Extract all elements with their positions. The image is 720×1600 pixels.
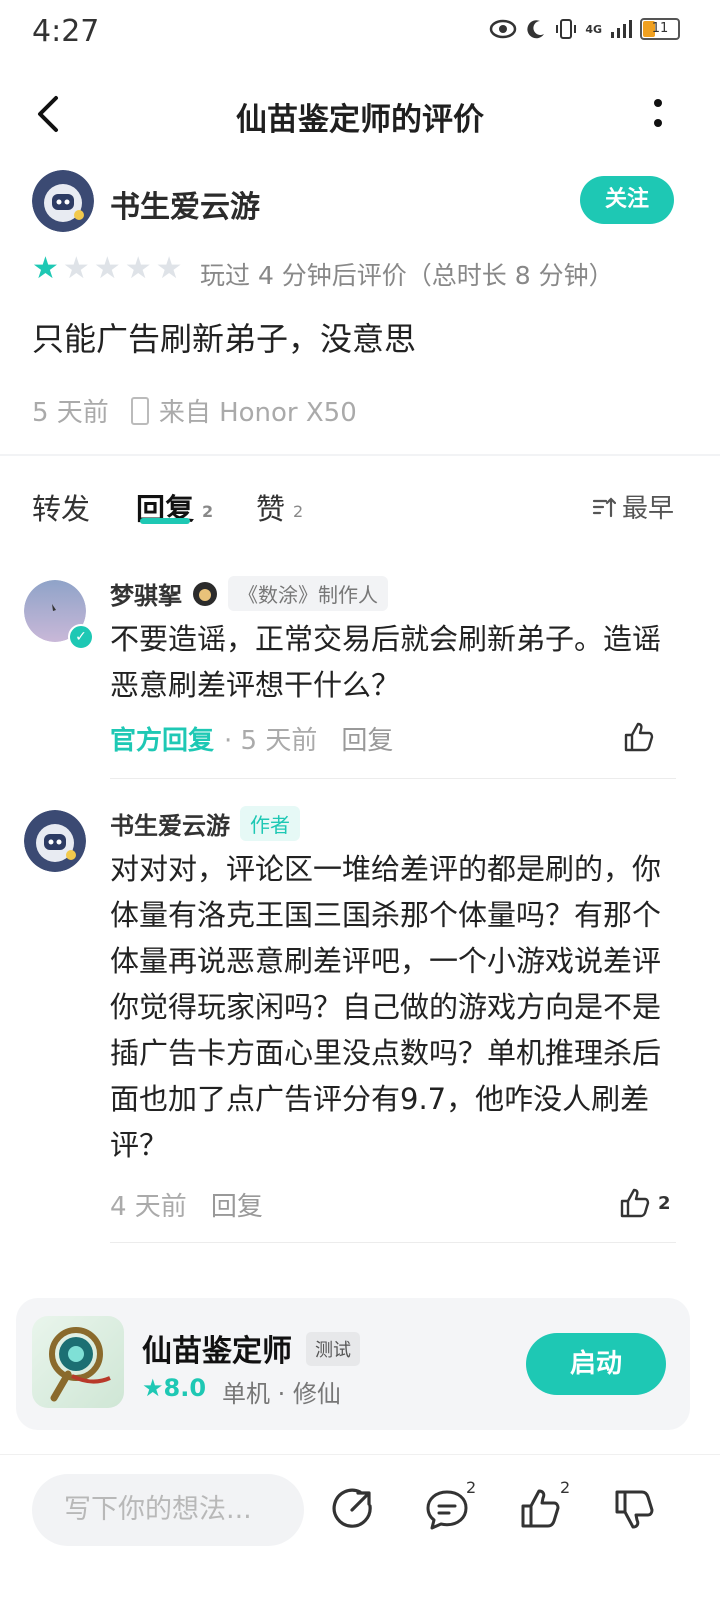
test-badge: 测试 bbox=[306, 1332, 360, 1366]
reply-button[interactable]: 回复 bbox=[341, 720, 393, 757]
sort-button[interactable]: 最早 bbox=[592, 488, 674, 525]
status-icons: 4G 11 bbox=[489, 18, 680, 40]
divider bbox=[0, 1454, 720, 1455]
review-device: 来自 Honor X50 bbox=[158, 398, 357, 428]
vibrate-icon bbox=[556, 19, 577, 39]
thumbs-up-icon bbox=[624, 722, 654, 752]
author-badge: 作者 bbox=[240, 806, 300, 841]
reply-like-button[interactable] bbox=[622, 720, 656, 754]
divider bbox=[110, 778, 676, 779]
moon-icon bbox=[527, 20, 545, 39]
page-title: 仙苗鉴定师的评价 bbox=[236, 102, 484, 138]
tab-like-label: 赞 bbox=[256, 492, 286, 526]
status-time: 4:27 bbox=[32, 14, 100, 49]
play-info: 玩过 4 分钟后评价（总时长 8 分钟） bbox=[200, 261, 614, 290]
reply-author[interactable]: 梦骐挐 bbox=[110, 576, 182, 611]
reply-like-count: 2 bbox=[658, 1192, 671, 1214]
reply-text: 对对对，评论区一堆给差评的都是刷的，你体量有洛克王国三国杀那个体量吗？有那个体量… bbox=[110, 852, 662, 1162]
reply-header: 书生爱云游 作者 bbox=[110, 806, 300, 841]
signal-icon bbox=[611, 20, 632, 38]
tab-indicator bbox=[140, 518, 190, 524]
more-icon[interactable] bbox=[652, 98, 664, 128]
reply-header: 梦骐挐 《数涂》制作人 bbox=[110, 576, 388, 611]
avatar[interactable] bbox=[32, 170, 94, 232]
network-label: 4G bbox=[585, 22, 602, 36]
game-icon[interactable] bbox=[32, 1316, 124, 1408]
tab-repost[interactable]: 转发 bbox=[32, 486, 90, 528]
review-time: 5 天前 bbox=[32, 398, 109, 428]
star-icon: ★ bbox=[62, 251, 90, 286]
eye-icon bbox=[490, 19, 517, 39]
reply-footer: 4 天前 回复 bbox=[110, 1186, 263, 1223]
game-score: ★8.0 bbox=[142, 1374, 207, 1402]
star-icon: ★ bbox=[124, 251, 152, 286]
sort-icon bbox=[592, 496, 616, 517]
reply-text: 不要造谣，正常交易后就会刷新弟子。造谣恶意刷差评想干什么？ bbox=[110, 622, 662, 702]
battery-icon: 11 bbox=[640, 18, 680, 40]
reply-like-button[interactable]: 2 bbox=[618, 1186, 671, 1220]
official-reply-label: 官方回复 bbox=[110, 726, 215, 756]
phone-icon bbox=[130, 396, 149, 425]
producer-badge: 《数涂》制作人 bbox=[228, 576, 388, 611]
review-text: 只能广告刷新弟子，没意思 bbox=[32, 320, 417, 358]
rating-stars: ★ ★ ★ ★ ★ bbox=[32, 254, 183, 284]
reply-button[interactable]: 回复 bbox=[211, 1186, 263, 1223]
reply-footer: 官方回复 · 5 天前 回复 bbox=[110, 720, 393, 757]
divider bbox=[0, 454, 720, 456]
game-name: 仙苗鉴定师 bbox=[142, 1334, 292, 1369]
thumbs-down-icon[interactable] bbox=[612, 1486, 658, 1532]
comment-input[interactable]: 写下你的想法... bbox=[32, 1474, 304, 1546]
star-icon: ★ bbox=[93, 251, 121, 286]
reply-count: 2 bbox=[202, 501, 214, 521]
divider bbox=[110, 1242, 676, 1243]
author-name[interactable]: 书生爱云游 bbox=[110, 182, 260, 226]
sort-label: 最早 bbox=[621, 494, 674, 524]
avatar[interactable] bbox=[24, 810, 86, 872]
thumbs-up-icon[interactable] bbox=[518, 1486, 564, 1532]
reply-time: · 5 天前 bbox=[224, 726, 318, 756]
tab-like[interactable]: 赞2 bbox=[256, 486, 303, 528]
tab-repost-label: 转发 bbox=[32, 492, 91, 526]
like-count: 2 bbox=[293, 501, 304, 521]
like-count: 2 bbox=[560, 1478, 571, 1497]
reply-author[interactable]: 书生爱云游 bbox=[110, 806, 230, 841]
comment-count: 2 bbox=[466, 1478, 477, 1497]
game-genre: 单机 · 修仙 bbox=[222, 1380, 341, 1408]
share-icon[interactable] bbox=[330, 1486, 376, 1532]
launch-button[interactable]: 启动 bbox=[526, 1333, 666, 1395]
comment-icon[interactable] bbox=[424, 1486, 470, 1532]
medal-icon bbox=[193, 581, 217, 606]
verified-icon: ✓ bbox=[68, 624, 94, 650]
star-icon: ★ bbox=[155, 251, 183, 286]
reply-time: 4 天前 bbox=[110, 1192, 187, 1222]
follow-button[interactable]: 关注 bbox=[580, 176, 674, 224]
review-meta: 5 天前 来自 Honor X50 bbox=[32, 392, 357, 429]
star-icon: ★ bbox=[32, 251, 59, 286]
thumbs-up-icon bbox=[620, 1188, 650, 1218]
